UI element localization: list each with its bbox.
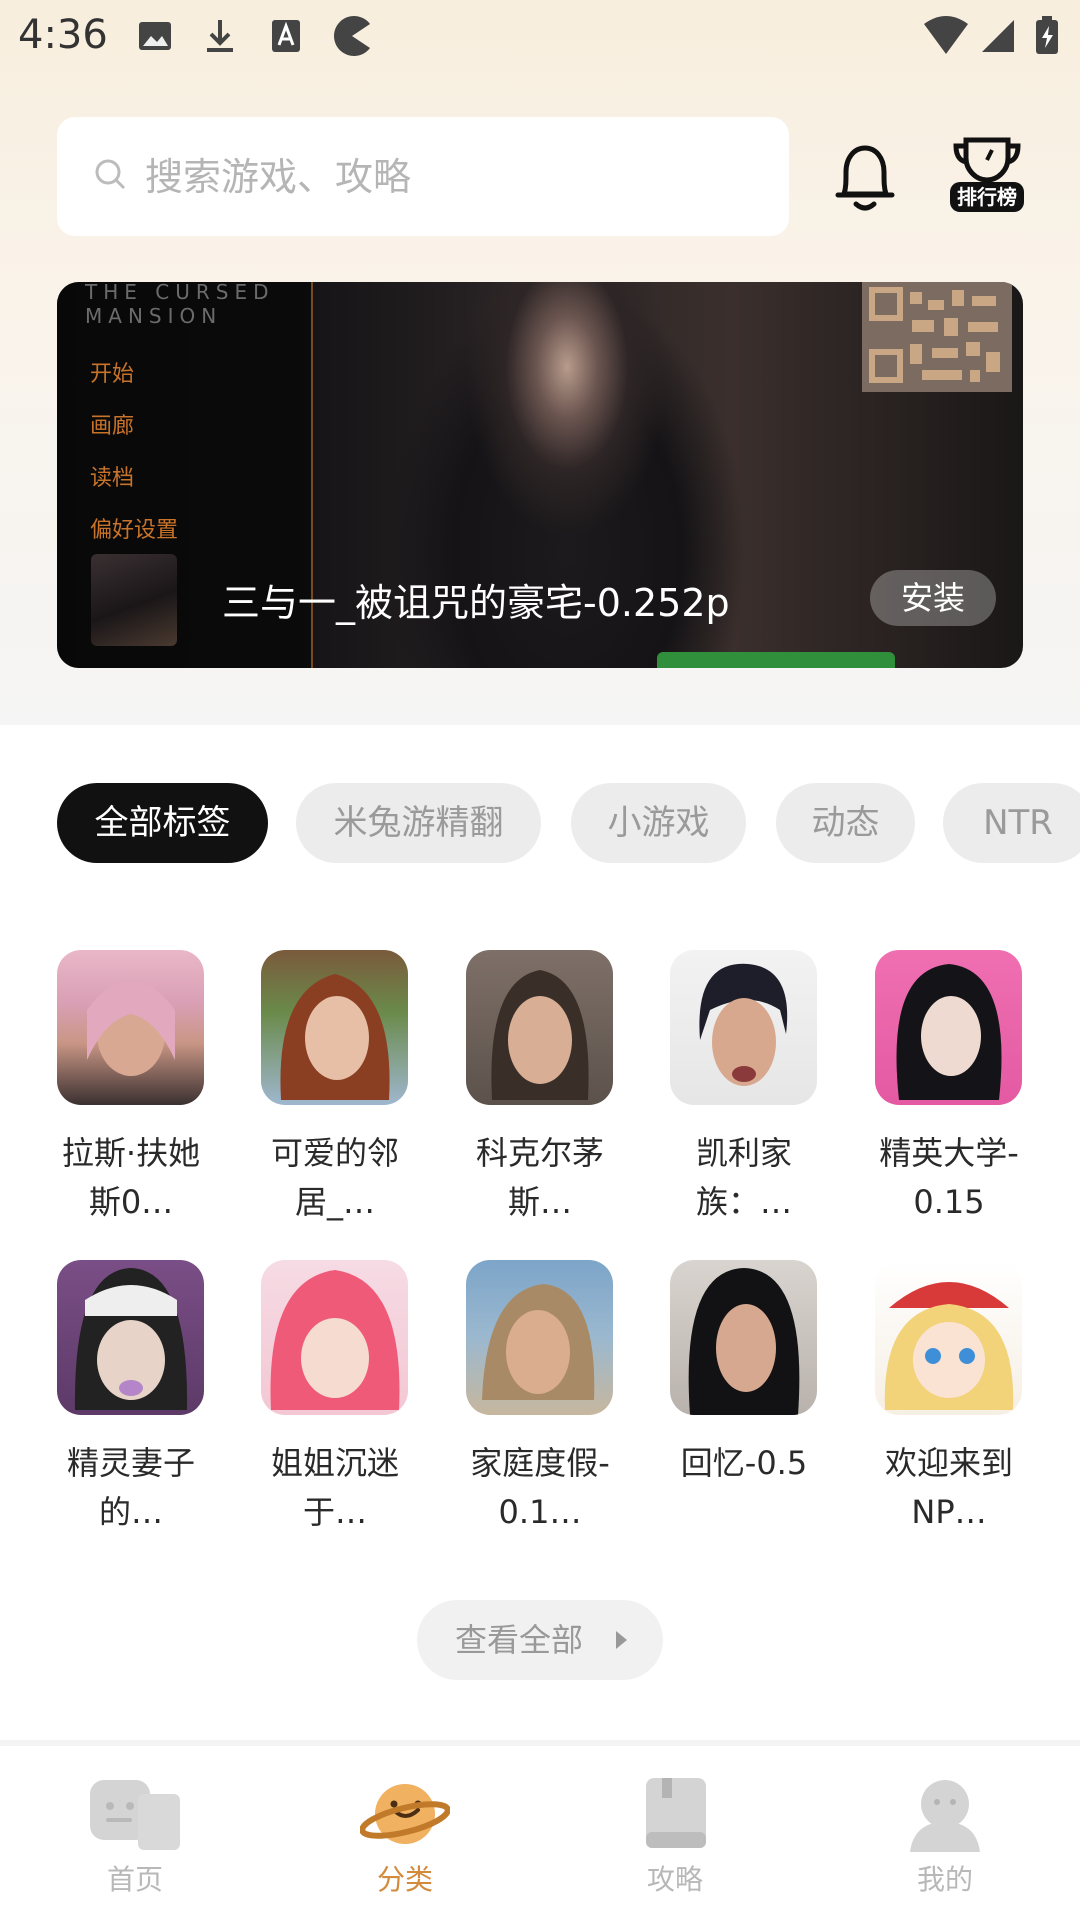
game-name: 欢迎来到NP… (884, 1444, 1013, 1531)
game-icon (261, 950, 408, 1105)
nav-home[interactable]: 首页 (0, 1746, 270, 1920)
status-bar: 4:36 (0, 0, 1080, 72)
nav-home-label: 首页 (106, 1863, 163, 1896)
download-icon (207, 20, 233, 52)
tag-filter-row: 全部标签 米兔游精翻 小游戏 动态 NTR (57, 783, 1080, 865)
banner-menu-item: 读档 (90, 466, 135, 491)
game-icon (670, 1260, 817, 1415)
game-name: 拉斯·扶她斯0… (61, 1134, 201, 1221)
game-item[interactable]: 可爱的邻居_… (261, 950, 409, 1227)
game-icon (466, 1260, 613, 1415)
home-icon (90, 1780, 180, 1850)
nav-category-label: 分类 (376, 1863, 433, 1896)
profile-icon (910, 1780, 980, 1852)
font-icon (272, 20, 300, 52)
game-name: 凯利家族：… (695, 1134, 792, 1221)
battery-icon (1036, 16, 1058, 54)
pacman-icon (334, 16, 370, 57)
ranking-button[interactable]: 排行榜 (948, 136, 1026, 216)
status-time: 4:36 (18, 12, 108, 58)
nav-guide-label: 攻略 (646, 1863, 703, 1896)
game-icon (466, 950, 613, 1105)
view-all-label: 查看全部 (455, 1621, 584, 1659)
nav-profile-label: 我的 (916, 1863, 973, 1896)
search-box[interactable] (57, 117, 789, 236)
game-item[interactable]: 家庭度假-0.1… (466, 1260, 614, 1537)
bottom-navigation: 首页 分类 攻略 我的 (0, 1746, 1080, 1920)
game-item[interactable]: 拉斯·扶她斯0… (57, 950, 205, 1227)
game-item[interactable]: 姐姐沉迷于… (261, 1260, 409, 1537)
game-icon (57, 950, 204, 1105)
game-item[interactable]: 回忆-0.5 (670, 1260, 818, 1488)
planet-icon (360, 1784, 450, 1844)
game-name: 可爱的邻居_… (270, 1134, 399, 1221)
featured-banner[interactable]: THE CURSED MANSION 开始 画廊 读档 偏好设置 三与一_被诅咒… (57, 282, 1023, 668)
qr-code (862, 282, 1012, 392)
game-item[interactable]: 凯利家族：… (670, 950, 818, 1227)
banner-menu-item: 偏好设置 (90, 518, 179, 543)
install-button[interactable]: 安装 (870, 570, 996, 626)
game-name: 精英大学-0.15 (879, 1134, 1019, 1221)
guide-book-icon (646, 1778, 706, 1848)
game-icon (261, 1260, 408, 1415)
game-icon (875, 1260, 1022, 1415)
game-item[interactable]: 科克尔茅斯… (466, 950, 614, 1227)
game-item[interactable]: 欢迎来到NP… (875, 1260, 1023, 1537)
game-icon (670, 950, 817, 1105)
game-name: 科克尔茅斯… (475, 1134, 604, 1221)
nav-profile[interactable]: 我的 (810, 1746, 1080, 1920)
banner-menu-item: 画廊 (90, 414, 135, 439)
game-name: 回忆-0.5 (680, 1444, 808, 1482)
game-item[interactable]: 精英大学-0.15 (875, 950, 1023, 1227)
game-name: 精灵妻子的… (66, 1444, 195, 1531)
tag-dynamic[interactable]: 动态 (776, 783, 915, 863)
category-content: 全部标签 米兔游精翻 小游戏 动态 NTR 拉斯·扶她斯0… 可爱的邻居_… 科… (0, 725, 1080, 1740)
banner-game-thumbnail (91, 554, 177, 646)
trophy-icon (953, 137, 1021, 183)
nav-category[interactable]: 分类 (270, 1746, 540, 1920)
game-item[interactable]: 精灵妻子的… (57, 1260, 205, 1537)
tag-ntr[interactable]: NTR (943, 783, 1080, 863)
tag-mini-games[interactable]: 小游戏 (571, 783, 746, 863)
wifi-icon (924, 16, 968, 54)
bell-icon[interactable] (832, 138, 898, 214)
tag-mitu-translation[interactable]: 米兔游精翻 (296, 783, 541, 863)
image-icon (139, 22, 171, 50)
banner-game-name: 三与一_被诅咒的豪宅-0.252p (222, 581, 730, 625)
search-input[interactable] (145, 117, 745, 236)
search-icon (95, 159, 126, 190)
view-all-button[interactable]: 查看全部 (417, 1600, 663, 1680)
ranking-label: 排行榜 (950, 182, 1024, 212)
game-name: 姐姐沉迷于… (270, 1444, 399, 1531)
nav-guide[interactable]: 攻略 (540, 1746, 810, 1920)
banner-game-title: THE CURSED MANSION (85, 282, 275, 328)
game-icon (875, 950, 1022, 1105)
signal-icon (982, 20, 1014, 52)
banner-menu-item: 开始 (90, 362, 135, 387)
game-icon (57, 1260, 204, 1415)
game-name: 家庭度假-0.1… (470, 1444, 610, 1531)
arrow-right-icon (616, 1631, 627, 1649)
banner-decoration (657, 652, 895, 668)
tag-all[interactable]: 全部标签 (57, 783, 268, 863)
